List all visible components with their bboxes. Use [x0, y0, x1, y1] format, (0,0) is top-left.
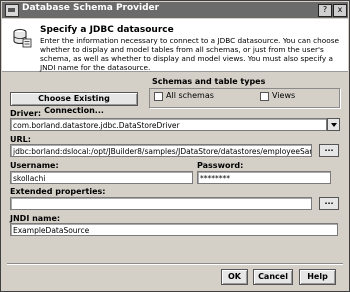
password-input[interactable]: ********	[197, 171, 331, 184]
help-button[interactable]: Help	[299, 269, 336, 285]
choose-existing-connection-button[interactable]: Choose Existing Connection...	[10, 92, 138, 115]
title-bar[interactable]: Database Schema Provider ? x	[2, 2, 348, 18]
username-label: Username:	[10, 161, 59, 170]
header-title: Specify a JDBC datasource	[40, 25, 174, 35]
views-label: Views	[272, 91, 296, 100]
cancel-button[interactable]: Cancel	[253, 269, 293, 285]
help-title-button[interactable]: ?	[318, 4, 332, 17]
footer-divider	[7, 263, 343, 265]
window-menu-icon[interactable]	[5, 4, 19, 17]
schema-group-title: Schemas and table types	[152, 77, 266, 86]
extended-properties-label: Extended properties:	[10, 187, 106, 196]
url-input[interactable]: jdbc:borland:dslocal:/opt/JBuilder8/samp…	[10, 144, 312, 157]
header-panel: Specify a JDBC datasource Enter the info…	[2, 19, 348, 72]
url-label: URL:	[10, 135, 31, 144]
jndi-name-input[interactable]: ExampleDataSource	[10, 223, 338, 236]
window-title: Database Schema Provider	[22, 3, 160, 13]
extended-properties-input[interactable]	[10, 197, 312, 210]
close-title-button[interactable]: x	[333, 4, 347, 17]
dialog-window: Database Schema Provider ? x Specify a J…	[0, 0, 350, 292]
url-browse-button[interactable]: ...	[319, 144, 339, 157]
views-checkbox[interactable]	[260, 92, 269, 101]
choose-existing-connection-label: Choose Existing Connection...	[38, 94, 110, 115]
username-input[interactable]: skollachi	[10, 171, 193, 184]
password-label: Password:	[197, 161, 244, 170]
database-icon	[13, 29, 32, 48]
extended-properties-browse-button[interactable]: ...	[319, 197, 339, 210]
header-description: Enter the information necessary to conne…	[40, 36, 339, 72]
driver-dropdown-button[interactable]	[327, 118, 340, 131]
chevron-down-icon	[331, 123, 337, 127]
jndi-label: JNDI name:	[10, 214, 61, 223]
driver-label: Driver:	[10, 109, 42, 118]
all-schemas-label: All schemas	[166, 91, 214, 100]
ok-button[interactable]: OK	[221, 269, 248, 285]
driver-combobox[interactable]: com.borland.datastore.jdbc.DataStoreDriv…	[10, 118, 327, 131]
all-schemas-checkbox[interactable]	[154, 92, 163, 101]
